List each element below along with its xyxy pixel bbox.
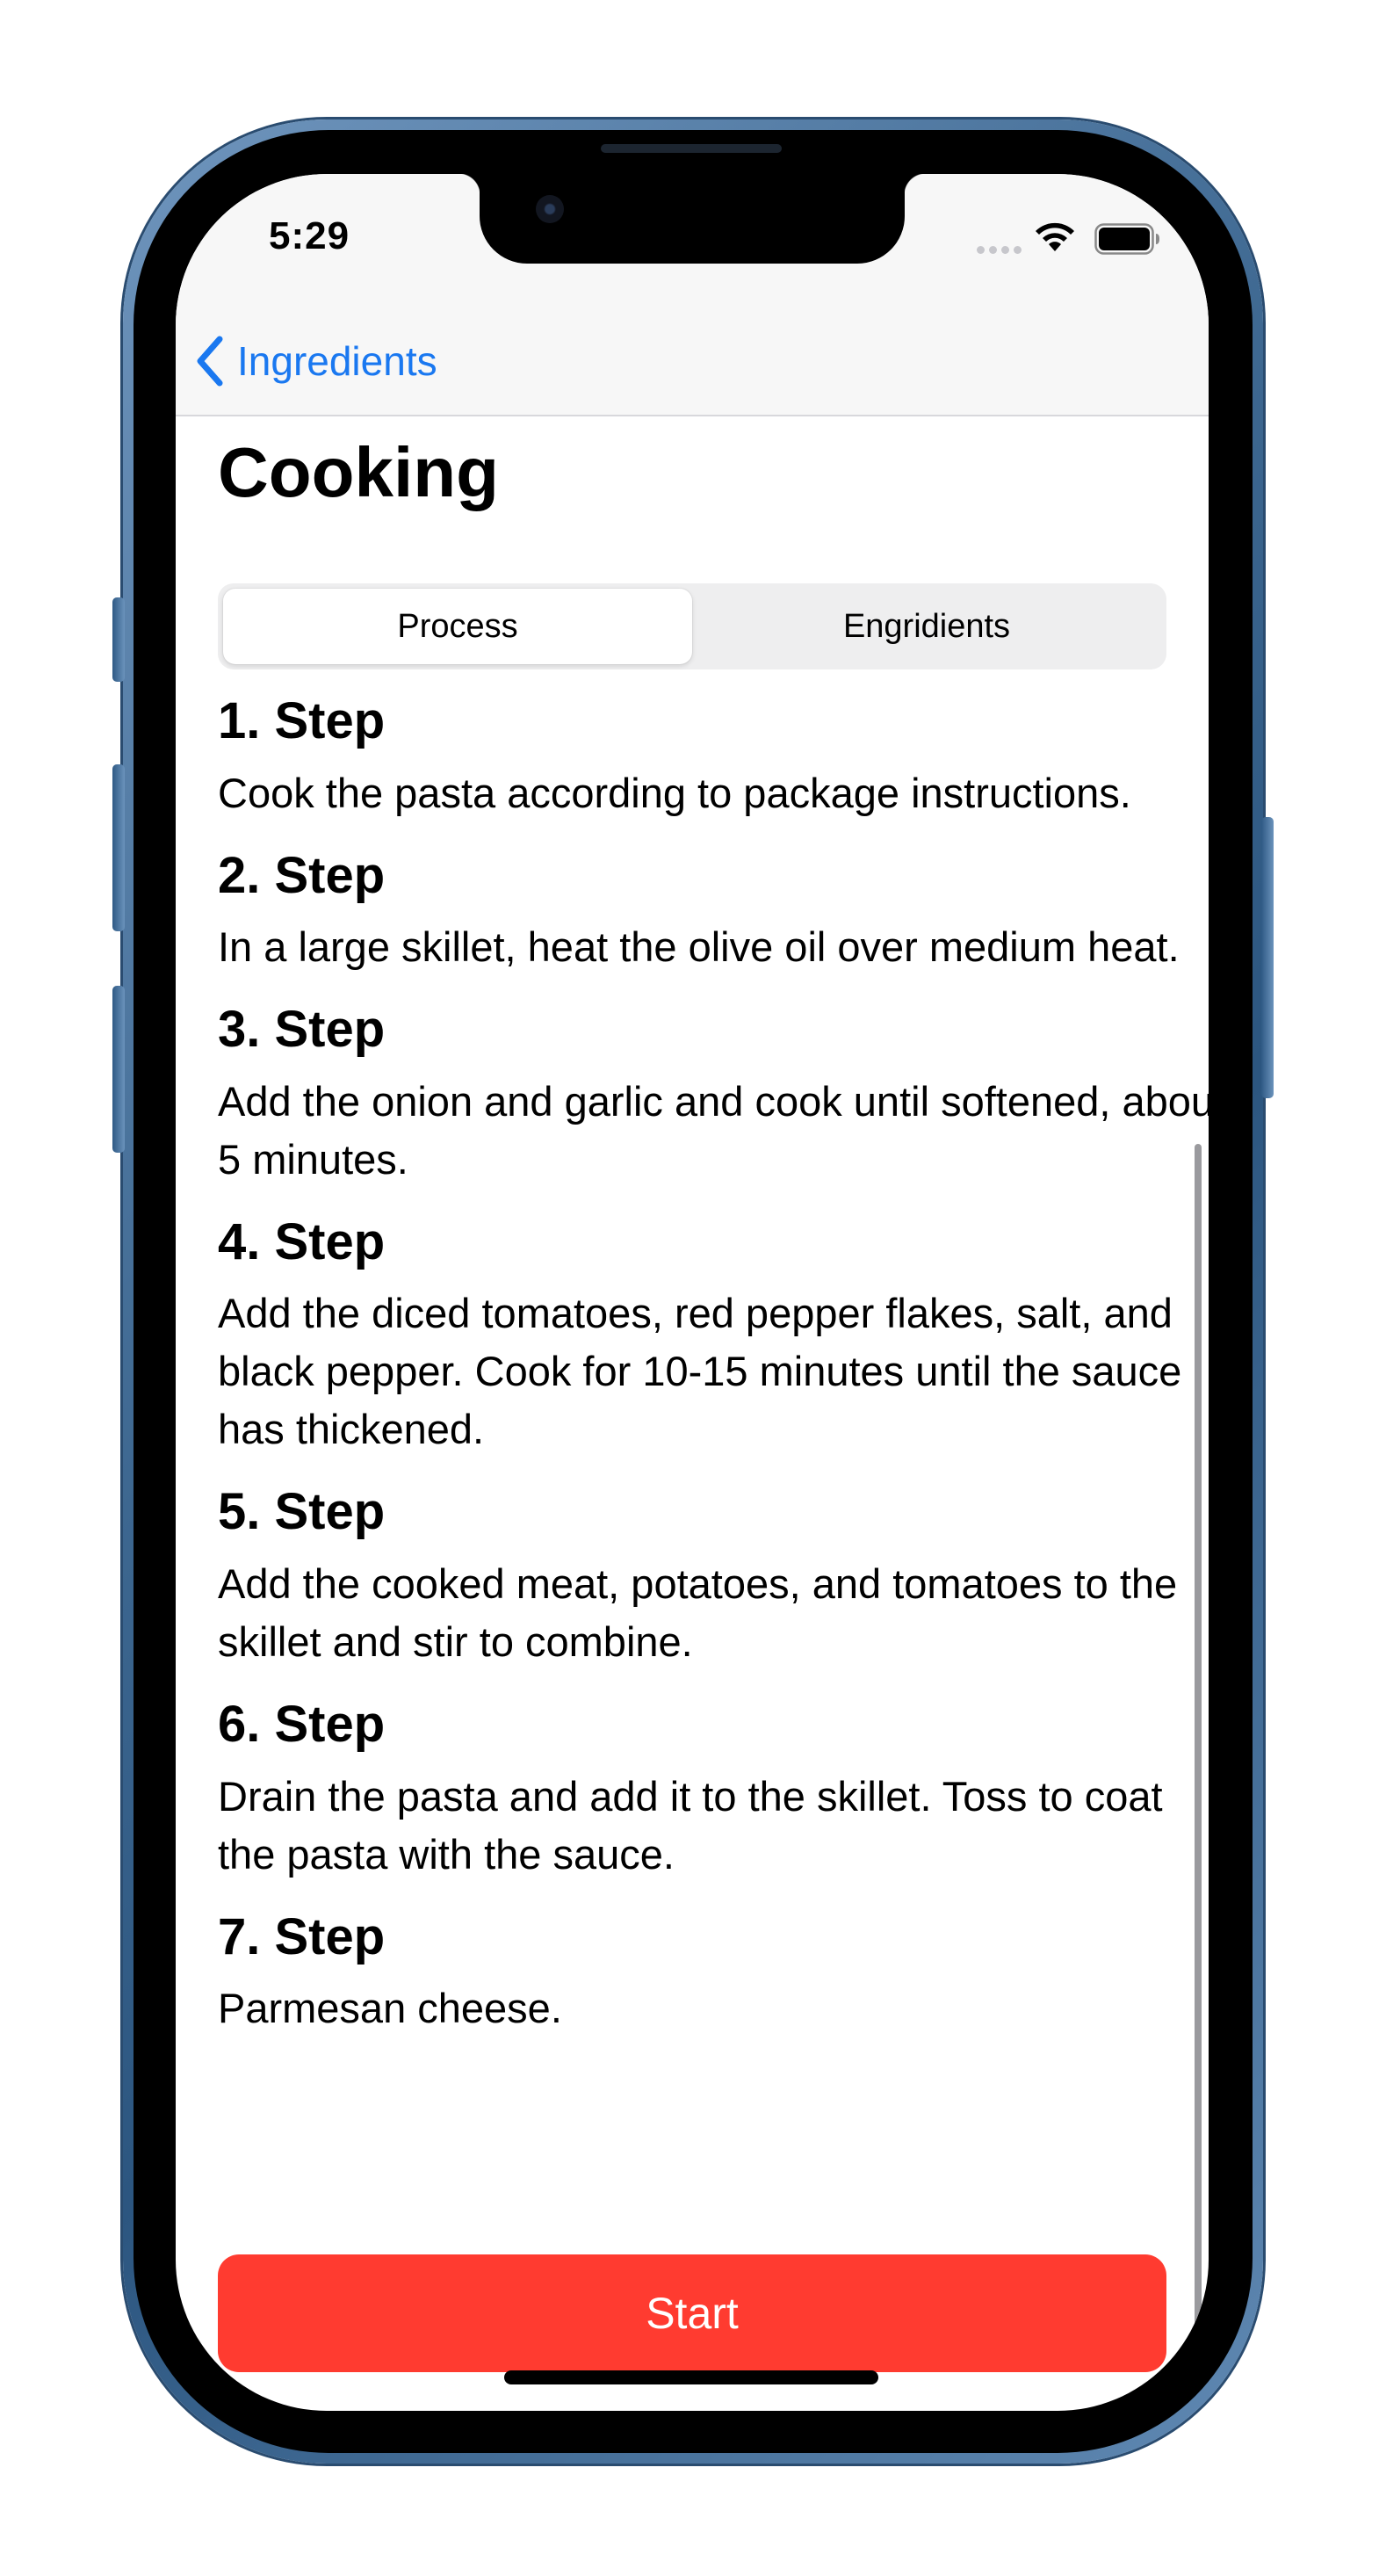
- screen: 5:29 Ingredients Cooking Process Engridi: [176, 174, 1209, 2411]
- battery-icon: [1094, 223, 1159, 255]
- step-text: Parmesan cheese.: [218, 1985, 562, 2032]
- step-text: Add the cooked meat, potatoes, and tomat…: [218, 1559, 1178, 1665]
- silent-switch: [112, 597, 125, 682]
- step-text: Add the onion and garlic and cook until …: [218, 1077, 1209, 1183]
- back-label: Ingredients: [237, 338, 437, 384]
- step-title: 7. Step: [218, 1907, 386, 1965]
- volume-up-button: [112, 764, 125, 931]
- earpiece-speaker: [601, 144, 782, 153]
- home-indicator[interactable]: [504, 2370, 878, 2384]
- scroll-indicator[interactable]: [1195, 1144, 1202, 2374]
- front-camera: [536, 195, 564, 223]
- step-title: 2. Step: [218, 846, 386, 904]
- step-text: Cook the pasta according to package inst…: [218, 769, 1131, 816]
- step-item: 1. Step Cook the pasta according to pack…: [218, 691, 1209, 822]
- navigation-bar: Ingredients: [176, 306, 1209, 416]
- power-button: [1261, 817, 1274, 1098]
- step-title: 5. Step: [218, 1483, 386, 1541]
- step-text: Add the diced tomatoes, red pepper flake…: [218, 1290, 1182, 1453]
- step-item: 4. Step Add the diced tomatoes, red pepp…: [218, 1212, 1209, 1459]
- segment-process[interactable]: Process: [223, 589, 692, 664]
- wifi-icon: [1036, 222, 1074, 251]
- segmented-control[interactable]: Process Engridients: [218, 583, 1166, 669]
- step-item: 2. Step In a large skillet, heat the oli…: [218, 845, 1209, 977]
- notch: [458, 174, 926, 264]
- status-time: 5:29: [269, 214, 350, 257]
- step-item: 7. Step Parmesan cheese.: [218, 1907, 1209, 2038]
- volume-down-button: [112, 986, 125, 1153]
- step-item: 5. Step Add the cooked meat, potatoes, a…: [218, 1481, 1209, 1671]
- page-title: Cooking: [218, 433, 499, 511]
- step-title: 3. Step: [218, 1001, 386, 1059]
- step-title: 6. Step: [218, 1695, 386, 1753]
- step-text: Drain the pasta and add it to the skille…: [218, 1772, 1163, 1878]
- segment-engridients[interactable]: Engridients: [692, 589, 1161, 664]
- cellular-dots-icon: [977, 246, 1022, 254]
- back-button[interactable]: Ingredients: [195, 330, 437, 392]
- step-item: 6. Step Drain the pasta and add it to th…: [218, 1694, 1209, 1884]
- step-item: 3. Step Add the onion and garlic and coo…: [218, 999, 1209, 1189]
- step-title: 4. Step: [218, 1212, 386, 1270]
- step-text: In a large skillet, heat the olive oil o…: [218, 923, 1180, 971]
- step-title: 1. Step: [218, 692, 386, 749]
- start-button[interactable]: Start: [218, 2254, 1166, 2372]
- steps-list: 1. Step Cook the pasta according to pack…: [218, 691, 1209, 2060]
- chevron-left-icon: [197, 336, 223, 387]
